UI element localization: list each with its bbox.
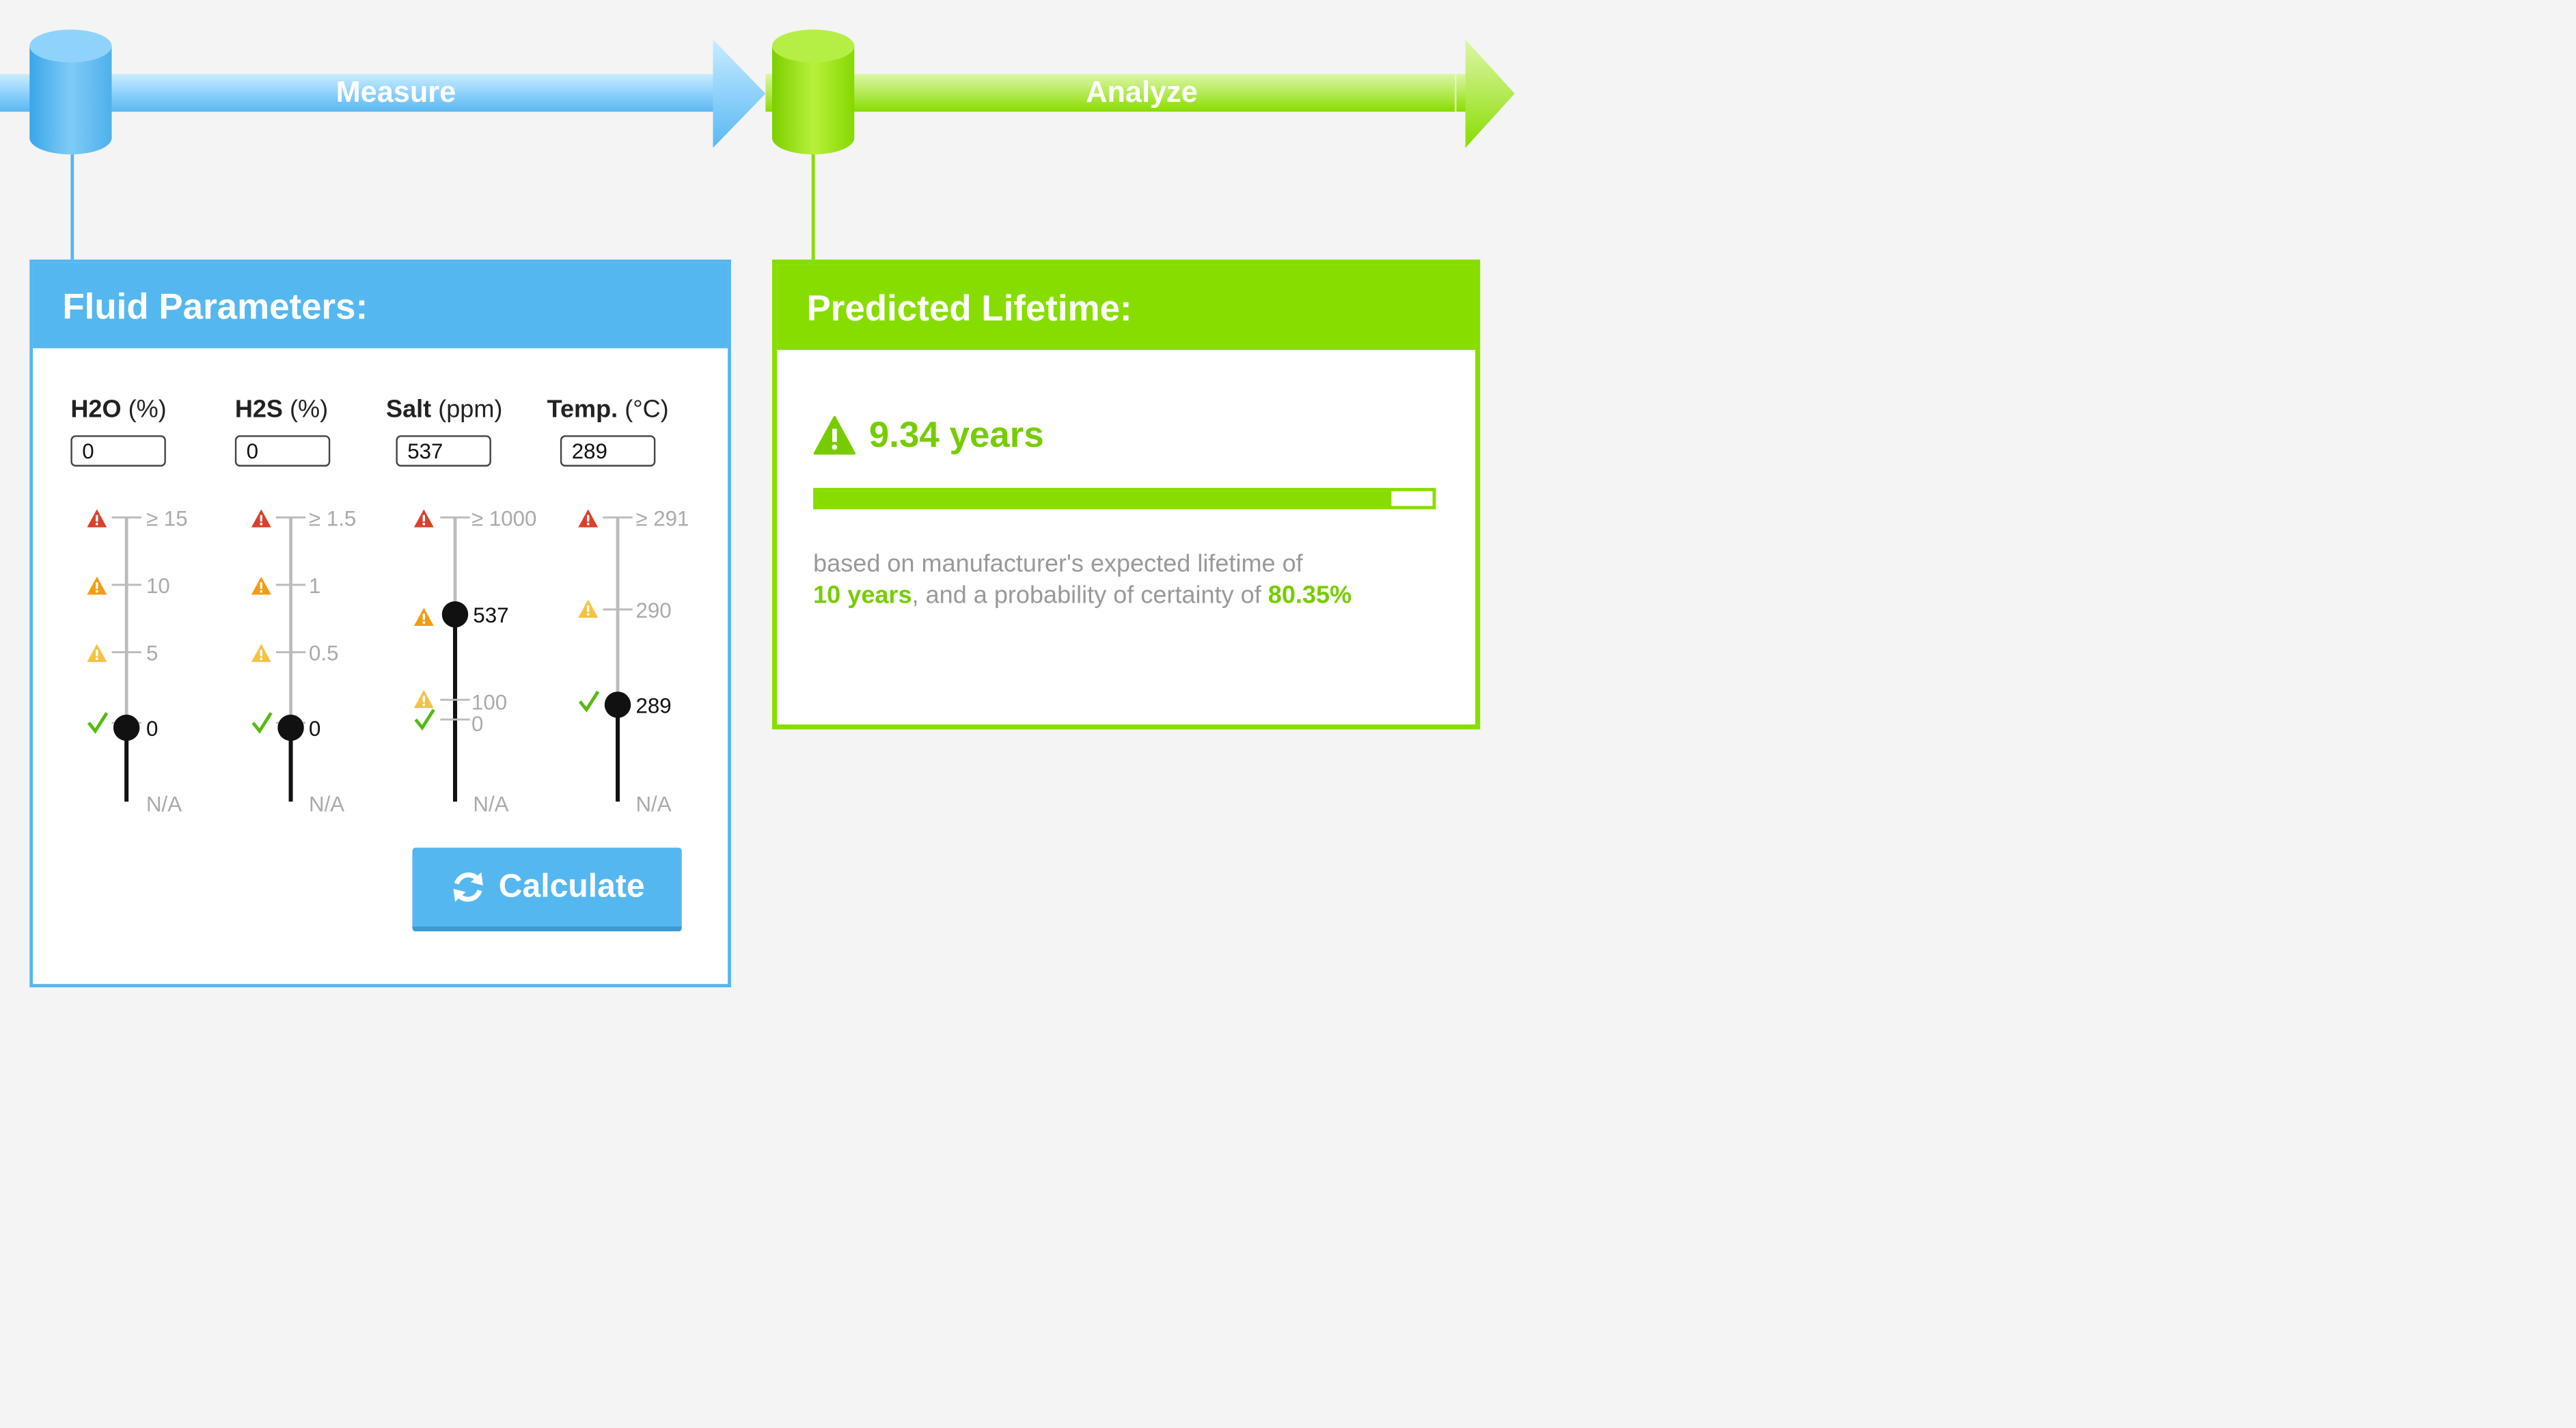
- h2o-slider[interactable]: ≥ 15 10 5 0 N/A: [87, 506, 188, 816]
- danger-icon: [578, 509, 599, 527]
- danger-icon: [251, 509, 271, 527]
- temp-tick-290: 290: [635, 599, 671, 622]
- h2s-slider[interactable]: ≥ 1.5 1 0.5 0 N/A: [251, 506, 356, 816]
- process-stage: Measure Analyze Fluid Parameters: H2O (%…: [0, 0, 2576, 1427]
- h2o-tick-max: ≥ 15: [146, 506, 188, 530]
- h2s-tick-max: ≥ 1.5: [309, 506, 356, 530]
- calculate-button[interactable]: Calculate: [412, 847, 682, 932]
- h2s-tick-0-5: 0.5: [309, 642, 338, 665]
- temp-na: N/A: [635, 793, 671, 816]
- temp-slider[interactable]: ≥ 291 290 289 N/A: [578, 506, 689, 816]
- salt-slider-handle[interactable]: [441, 601, 469, 628]
- pipeline-graphic: [0, 29, 1515, 263]
- lifetime-description: based on manufacturer's expected lifetim…: [813, 549, 1438, 611]
- certainty-value: 80.35%: [1268, 581, 1352, 609]
- check-icon: [414, 709, 435, 731]
- salt-tick-100: 100: [471, 691, 507, 715]
- salt-na: N/A: [473, 793, 508, 816]
- h2o-tick-10: 10: [146, 574, 170, 598]
- check-icon: [87, 712, 109, 734]
- refresh-icon: [452, 872, 482, 902]
- caution-icon: [87, 576, 107, 595]
- temp-slider-handle[interactable]: [604, 691, 631, 718]
- caution-icon: [251, 576, 271, 595]
- temp-tick-max: ≥ 291: [635, 506, 689, 530]
- warning-icon: [413, 689, 434, 709]
- predicted-lifetime-card: Predicted Lifetime: 9.34 years based on …: [772, 259, 1481, 730]
- stage-label-analyze: Analyze: [1086, 75, 1198, 109]
- warning-icon: [87, 644, 107, 662]
- salt-reading: 537: [473, 603, 508, 627]
- danger-icon: [87, 509, 107, 527]
- check-icon: [251, 712, 273, 734]
- expected-lifetime: 10 years: [813, 581, 912, 609]
- lifetime-progress-bar: [813, 488, 1436, 510]
- h2o-tick-5: 5: [146, 642, 158, 665]
- lifetime-progress-fill: [816, 491, 1393, 506]
- lifetime-value: 9.34 years: [868, 413, 1044, 455]
- stage-label-measure: Measure: [335, 75, 456, 109]
- calculate-label: Calculate: [498, 868, 645, 905]
- salt-tick-0: 0: [471, 712, 483, 736]
- temp-reading: 289: [635, 694, 671, 717]
- h2o-reading: 0: [146, 717, 158, 741]
- warning-icon: [578, 599, 599, 618]
- fluid-parameters-card: Fluid Parameters: H2O (%) H2S (%) Salt (…: [29, 259, 731, 987]
- check-icon: [578, 690, 600, 713]
- h2o-slider-handle[interactable]: [113, 714, 140, 741]
- analyze-cylinder-icon: [772, 29, 855, 155]
- lifetime-result: 9.34 years: [813, 414, 1044, 457]
- warning-icon: [813, 415, 856, 455]
- caution-icon: [413, 607, 434, 627]
- h2o-na: N/A: [146, 793, 182, 816]
- description-prefix: based on manufacturer's expected lifetim…: [813, 550, 1303, 579]
- salt-tick-max: ≥ 1000: [471, 506, 536, 530]
- danger-icon: [413, 509, 434, 527]
- measure-cylinder-icon: [29, 29, 112, 155]
- warning-icon: [251, 644, 271, 662]
- h2s-slider-handle[interactable]: [277, 714, 304, 741]
- predicted-lifetime-title: Predicted Lifetime:: [777, 264, 1476, 351]
- h2s-reading: 0: [309, 717, 320, 741]
- description-mid: , and a probability of certainty of: [912, 581, 1261, 609]
- salt-slider[interactable]: ≥ 1000 100 0 537 N/A: [413, 506, 537, 816]
- parameter-sliders: ≥ 15 10 5 0 N/A ≥ 1.5 1 0.5 0 N/A ≥ 1000…: [87, 506, 689, 816]
- h2s-na: N/A: [309, 793, 344, 816]
- h2s-tick-1: 1: [309, 574, 320, 598]
